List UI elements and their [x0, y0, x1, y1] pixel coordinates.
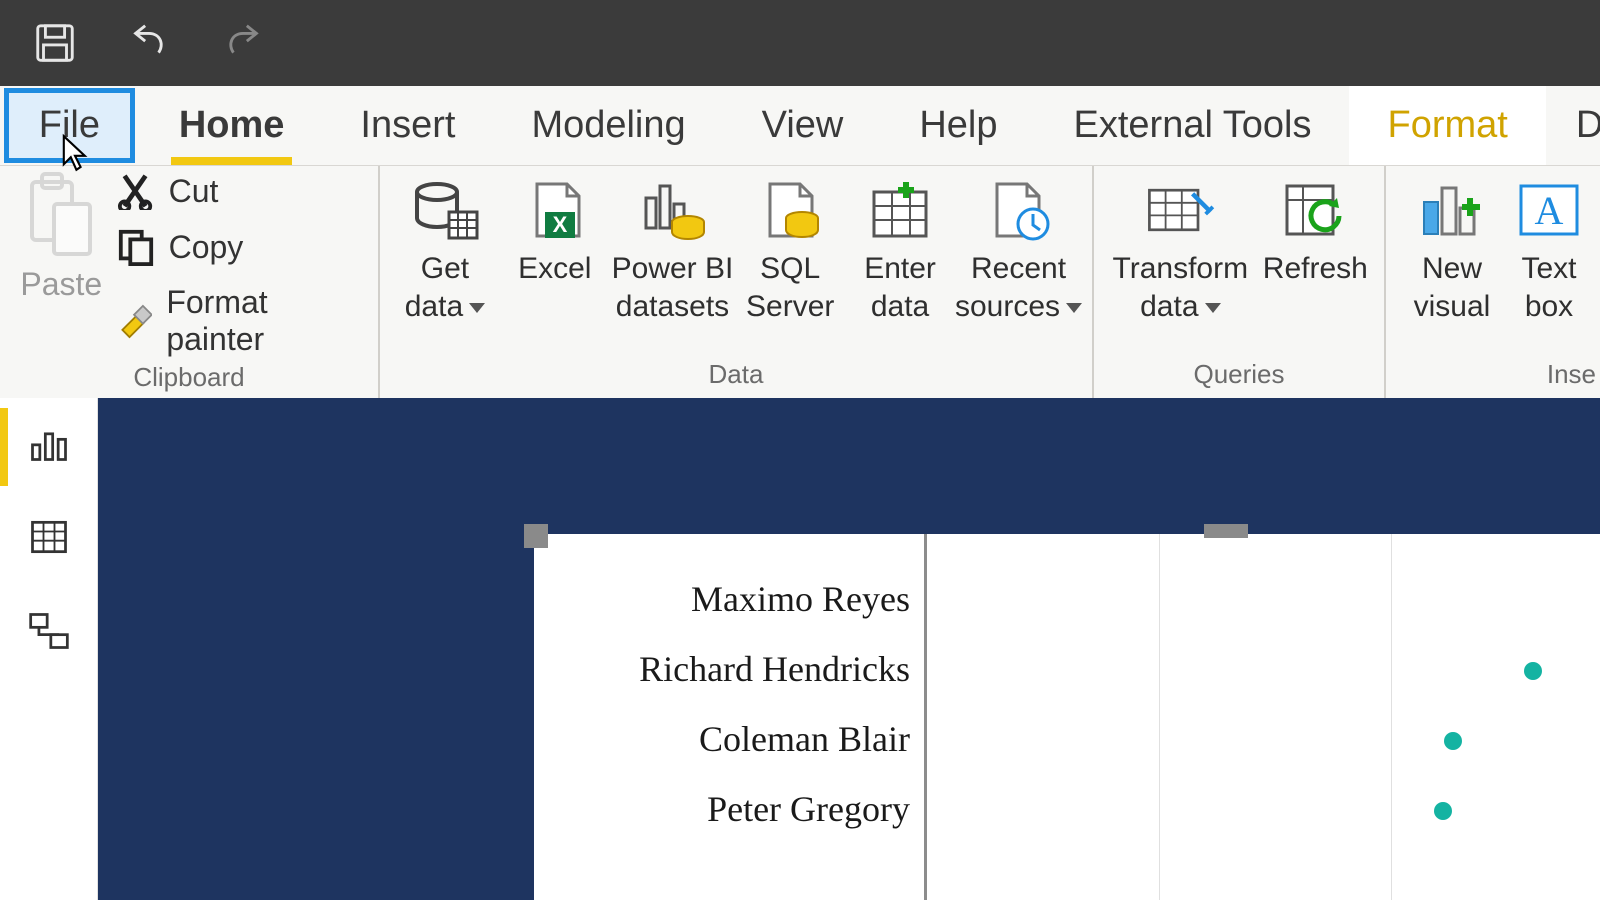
cut-icon — [117, 172, 155, 210]
selected-visual[interactable]: Maximo Reyes Richard Hendricks Coleman B… — [534, 534, 1600, 900]
gridline — [1159, 534, 1160, 900]
excel-button[interactable]: X Excel — [500, 172, 610, 288]
undo-icon — [126, 20, 172, 66]
redo-button[interactable] — [216, 16, 270, 70]
gridline — [1391, 534, 1392, 900]
tab-modeling[interactable]: Modeling — [493, 86, 723, 165]
tab-data-label: Da — [1576, 104, 1600, 147]
tab-data-partial[interactable]: Da — [1546, 86, 1600, 165]
tab-view-label: View — [762, 104, 844, 147]
chevron-down-icon — [1205, 303, 1221, 313]
paste-icon — [26, 172, 96, 262]
tab-file[interactable]: File — [4, 88, 135, 163]
format-painter-button[interactable]: Format painter — [117, 284, 362, 358]
resize-handle-top-left[interactable] — [524, 524, 548, 548]
tab-format-label: Format — [1387, 104, 1507, 147]
excel-icon: X — [519, 176, 591, 244]
transform-data-button[interactable]: Transformdata — [1104, 172, 1257, 325]
queries-group-label: Queries — [1094, 355, 1384, 396]
ribbon-tabs: File Home Insert Modeling View Help Exte… — [0, 86, 1600, 166]
copy-icon — [117, 228, 155, 266]
ribbon-group-clipboard: Paste Cut Copy Format painter Clipboard — [0, 166, 380, 398]
clipboard-group-label: Clipboard — [0, 358, 378, 399]
category-label: Maximo Reyes — [534, 578, 924, 620]
get-data-icon — [409, 176, 481, 244]
enter-data-icon — [864, 176, 936, 244]
cut-button[interactable]: Cut — [117, 172, 362, 210]
copy-label: Copy — [169, 229, 244, 266]
data-group-label: Data — [380, 355, 1092, 396]
left-view-rail — [0, 398, 98, 900]
data-view-button[interactable] — [24, 512, 74, 562]
save-button[interactable] — [28, 16, 82, 70]
new-visual-icon — [1416, 176, 1488, 244]
quick-access-toolbar — [0, 0, 1600, 86]
recent-sources-icon — [983, 176, 1055, 244]
format-painter-icon — [117, 302, 153, 340]
report-view-icon — [27, 421, 71, 465]
text-box-icon: A — [1513, 176, 1585, 244]
get-data-button[interactable]: Getdata — [390, 172, 500, 325]
ribbon-group-queries: Transformdata Refresh Queries — [1094, 166, 1386, 398]
cut-label: Cut — [169, 173, 219, 210]
tab-insert[interactable]: Insert — [322, 86, 493, 165]
category-label: Peter Gregory — [534, 788, 924, 830]
report-view-button[interactable] — [24, 418, 74, 468]
recent-sources-button[interactable]: Recentsources — [955, 172, 1082, 325]
powerbi-datasets-icon — [636, 176, 708, 244]
data-point[interactable] — [1444, 732, 1462, 750]
save-icon — [32, 20, 78, 66]
svg-text:A: A — [1535, 188, 1564, 233]
redo-icon — [220, 20, 266, 66]
paste-label: Paste — [20, 266, 102, 303]
category-label: Richard Hendricks — [534, 648, 924, 690]
chevron-down-icon — [1066, 303, 1082, 313]
tab-home-label: Home — [179, 104, 285, 147]
format-painter-label: Format painter — [166, 284, 362, 358]
tab-file-label: File — [39, 104, 100, 147]
transform-data-icon — [1144, 176, 1216, 244]
model-view-icon — [27, 609, 71, 653]
report-canvas[interactable]: Maximo Reyes Richard Hendricks Coleman B… — [98, 398, 1600, 900]
text-box-button[interactable]: A Textbox — [1508, 172, 1590, 325]
new-visual-button[interactable]: Newvisual — [1396, 172, 1508, 325]
ribbon-group-insert: Newvisual A Textbox Inse — [1386, 166, 1600, 398]
chevron-down-icon — [469, 303, 485, 313]
chart-grid — [927, 534, 1600, 900]
tab-insert-label: Insert — [360, 104, 455, 147]
tab-help-label: Help — [919, 104, 997, 147]
category-label: Coleman Blair — [534, 718, 924, 760]
svg-text:X: X — [552, 212, 567, 237]
paste-button: Paste — [16, 172, 107, 303]
tab-help[interactable]: Help — [881, 86, 1035, 165]
refresh-button[interactable]: Refresh — [1257, 172, 1374, 288]
model-view-button[interactable] — [24, 606, 74, 656]
ribbon: Paste Cut Copy Format painter Clipboard — [0, 166, 1600, 398]
data-view-icon — [27, 515, 71, 559]
tab-view[interactable]: View — [724, 86, 882, 165]
tab-format[interactable]: Format — [1349, 86, 1545, 165]
tab-home[interactable]: Home — [141, 86, 323, 165]
ribbon-group-data: Getdata X Excel Power BIdatasets SQLServ… — [380, 166, 1094, 398]
tab-external-tools[interactable]: External Tools — [1036, 86, 1350, 165]
main-area: Maximo Reyes Richard Hendricks Coleman B… — [0, 398, 1600, 900]
sql-server-button[interactable]: SQLServer — [735, 172, 845, 325]
data-point[interactable] — [1434, 802, 1452, 820]
copy-button[interactable]: Copy — [117, 228, 362, 266]
tab-external-label: External Tools — [1074, 104, 1312, 147]
y-axis-categories: Maximo Reyes Richard Hendricks Coleman B… — [534, 578, 924, 900]
sql-server-icon — [754, 176, 826, 244]
tab-modeling-label: Modeling — [531, 104, 685, 147]
data-point[interactable] — [1524, 662, 1542, 680]
enter-data-button[interactable]: Enterdata — [845, 172, 955, 325]
refresh-icon — [1279, 176, 1351, 244]
powerbi-datasets-button[interactable]: Power BIdatasets — [610, 172, 736, 325]
active-view-indicator — [0, 408, 8, 486]
undo-button[interactable] — [122, 16, 176, 70]
insert-group-label: Inse — [1386, 355, 1600, 396]
